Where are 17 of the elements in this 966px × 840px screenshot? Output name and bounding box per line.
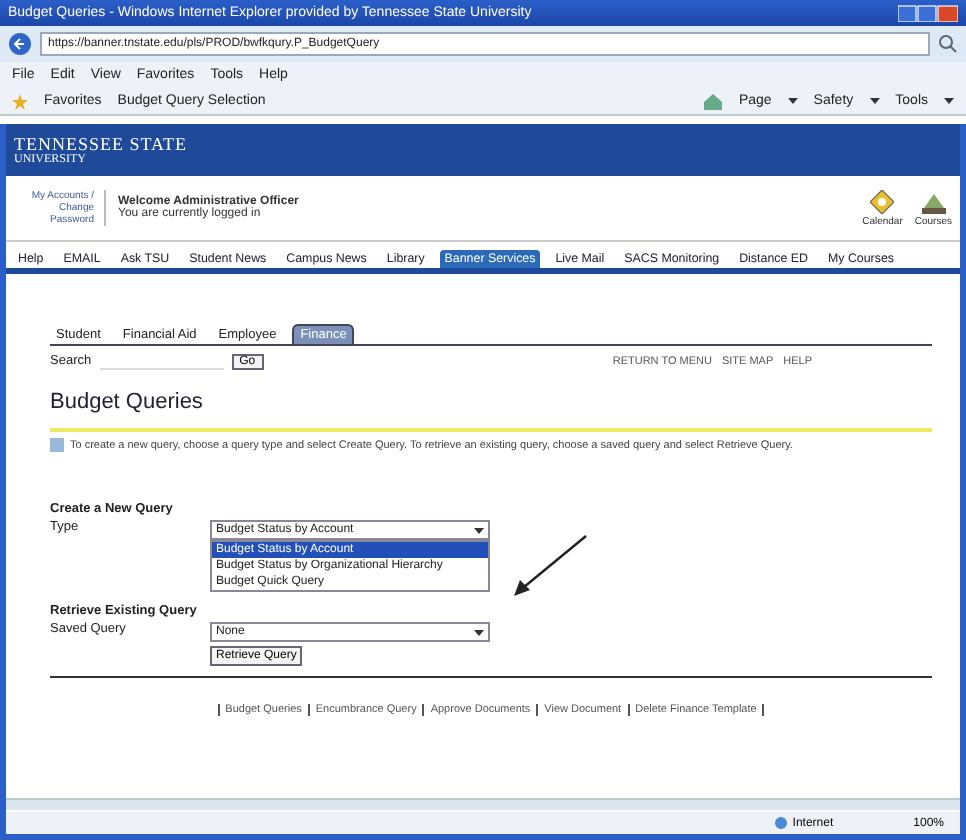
horizontal-scrollbar[interactable] <box>6 798 960 810</box>
info-icon <box>50 438 64 452</box>
back-icon <box>8 32 32 56</box>
window-controls-icon <box>898 4 958 22</box>
annotation-arrow <box>510 534 590 598</box>
logo-text: TENNESSEE STATE <box>14 134 190 154</box>
caret-icon <box>787 98 798 104</box>
caret-icon <box>869 98 880 104</box>
star-icon <box>12 93 28 109</box>
page-title: Budget Queries <box>50 390 205 414</box>
diamond-icon <box>870 189 895 213</box>
search-icon <box>938 34 958 54</box>
caret-icon <box>944 98 954 104</box>
caret-icon <box>474 629 484 635</box>
home-icon <box>704 93 723 109</box>
caret-icon <box>474 527 484 533</box>
globe-icon <box>774 816 789 830</box>
